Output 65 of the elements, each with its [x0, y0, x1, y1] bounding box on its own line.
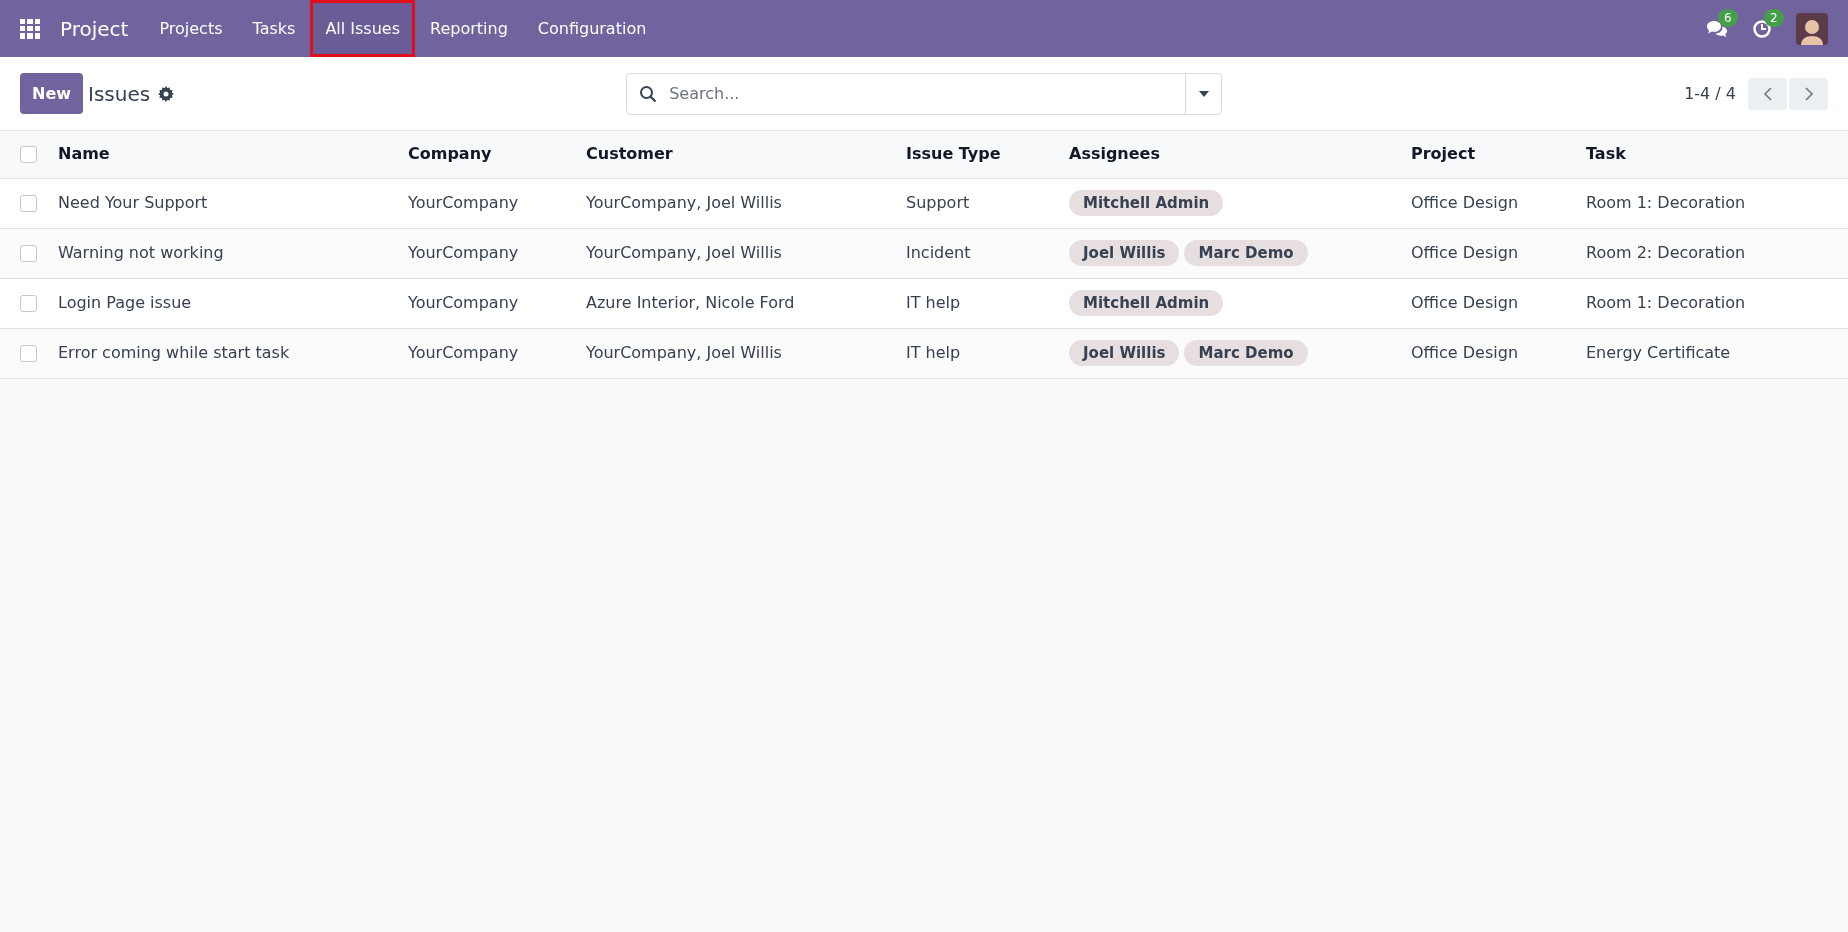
assignee-tag: Marc Demo: [1184, 239, 1308, 267]
search-input[interactable]: Search...: [669, 81, 1186, 106]
table-cell-text: YourCompany, Joel Willis: [586, 193, 782, 212]
column-header[interactable]: Task: [1586, 144, 1626, 164]
clock-icon[interactable]: [1752, 18, 1772, 39]
nav-menu-item[interactable]: Reporting: [415, 0, 523, 57]
table-cell-text: Room 2: Decoration: [1586, 243, 1746, 262]
row-checkbox[interactable]: [20, 194, 37, 212]
column-header[interactable]: Company: [408, 144, 492, 164]
table-cell-text: Azure Interior, Nicole Ford: [586, 293, 795, 312]
assignee-tag: Mitchell Admin: [1069, 189, 1224, 217]
caret-icon: [1198, 90, 1209, 97]
table-cell-text: Office Design: [1411, 193, 1519, 212]
column-header[interactable]: Customer: [586, 144, 673, 164]
nav-menu-item[interactable]: Projects: [144, 0, 238, 57]
table-cell-text: Support: [906, 193, 970, 212]
nav-menu-item[interactable]: Configuration: [522, 0, 662, 57]
column-header[interactable]: Assignees: [1069, 144, 1160, 164]
table-cell-text: Incident: [906, 243, 971, 262]
next-button[interactable]: [1789, 77, 1828, 110]
table-cell-text: IT help: [906, 343, 961, 362]
table-cell-text: Energy Certificate: [1586, 343, 1731, 362]
settings-icon[interactable]: [158, 85, 175, 102]
nav-menu-item[interactable]: Tasks: [237, 0, 311, 57]
chevron-right-icon: [1803, 86, 1814, 101]
table-cell-text: Login Page issue: [58, 293, 192, 312]
column-header[interactable]: Project: [1411, 144, 1476, 164]
table-cell-text: IT help: [906, 293, 961, 312]
table-cell-text: YourCompany, Joel Willis: [586, 243, 782, 262]
table-cell-text: YourCompany: [408, 293, 519, 312]
new-button[interactable]: New: [20, 73, 84, 114]
assignee-tag: Joel Willis: [1069, 239, 1180, 267]
search-icon: [639, 84, 658, 103]
app-name[interactable]: Project: [60, 13, 129, 44]
row-checkbox[interactable]: [20, 344, 37, 362]
table-cell-text: YourCompany, Joel Willis: [586, 343, 782, 362]
table-cell-text: Office Design: [1411, 243, 1519, 262]
select-all-checkbox[interactable]: [20, 145, 37, 163]
table-cell-text: YourCompany: [408, 243, 519, 262]
table-cell-text: Warning not working: [58, 243, 224, 262]
row-checkbox[interactable]: [20, 244, 37, 262]
table-cell-text: Room 1: Decoration: [1586, 293, 1746, 312]
column-header[interactable]: Issue Type: [906, 144, 1001, 164]
assignee-tag: Joel Willis: [1069, 339, 1180, 367]
count-badge: 6: [1718, 8, 1738, 27]
table-cell-text: Office Design: [1411, 343, 1519, 362]
previous-button[interactable]: [1748, 77, 1787, 110]
chevron-left-icon: [1762, 86, 1773, 101]
page-title: Issues: [88, 80, 151, 108]
table-cell-text: Need Your Support: [58, 193, 208, 212]
count-badge: 2: [1764, 8, 1784, 27]
assignee-tag: Mitchell Admin: [1069, 289, 1224, 317]
table-cell-text: Room 1: Decoration: [1586, 193, 1746, 212]
assignee-tag: Marc Demo: [1184, 339, 1308, 367]
table-cell-text: Office Design: [1411, 293, 1519, 312]
apps-menu-icon[interactable]: [20, 18, 40, 39]
table-cell-text: YourCompany: [408, 193, 519, 212]
column-header[interactable]: Name: [58, 144, 110, 164]
pager-value: 1-4 / 4: [1684, 82, 1736, 105]
nav-menu-item[interactable]: All Issues: [310, 0, 416, 57]
avatar[interactable]: [1796, 12, 1828, 45]
table-cell-text: YourCompany: [408, 343, 519, 362]
row-checkbox[interactable]: [20, 294, 37, 312]
table-cell-text: Error coming while start task: [58, 343, 290, 362]
search-field[interactable]: Search...: [626, 72, 1223, 115]
